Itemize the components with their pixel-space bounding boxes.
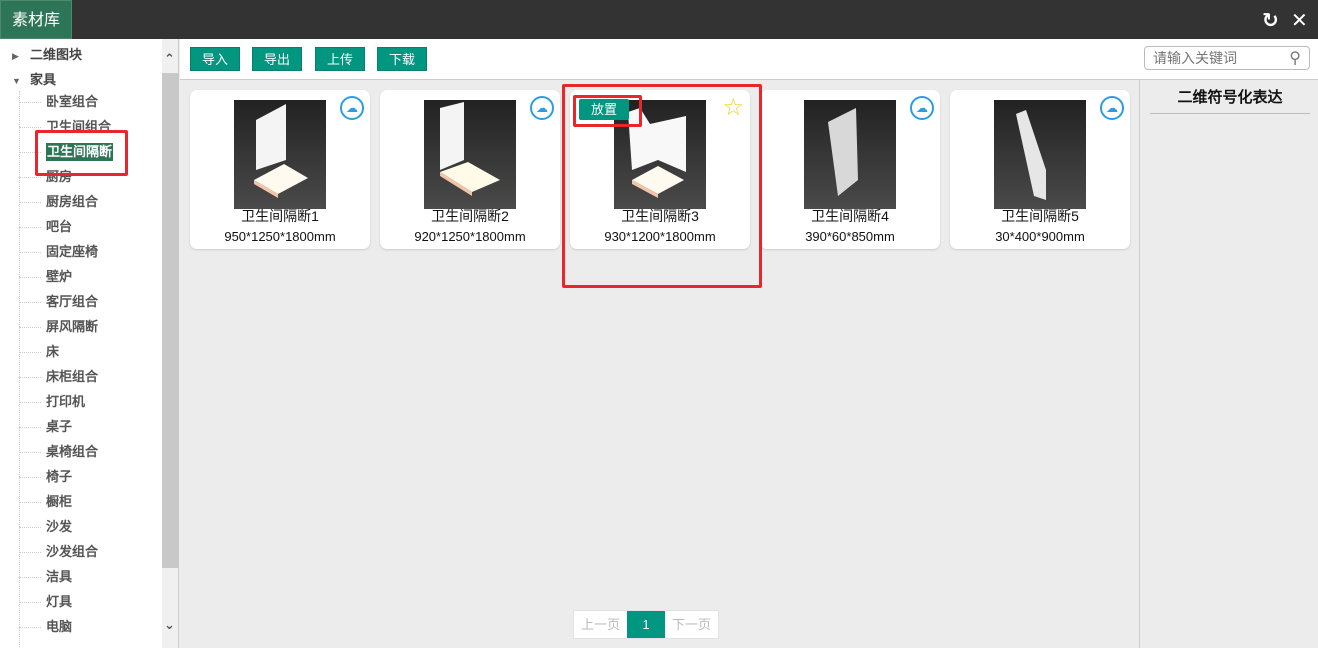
tree-item[interactable]: 卧室组合 — [46, 93, 98, 111]
tree-item[interactable]: 屏风隔断 — [46, 318, 98, 336]
tree-item[interactable]: 桌椅组合 — [46, 443, 98, 461]
tree-item[interactable]: 客厅组合 — [46, 293, 98, 311]
tree-connector — [19, 102, 41, 103]
export-button[interactable]: 导出 — [252, 47, 302, 71]
tree-item[interactable]: 厨房组合 — [46, 193, 98, 211]
material-card[interactable]: 卫生间隔断2 920*1250*1800mm ☁ — [380, 90, 560, 249]
tree-connector — [19, 602, 41, 603]
page-1-button[interactable]: 1 — [627, 611, 665, 638]
sidebar-scrollbar[interactable]: ⌃ ⌄ — [162, 39, 179, 648]
tree-item[interactable]: 电脑 — [46, 618, 72, 636]
cloud-icon[interactable]: ☁ — [530, 96, 554, 120]
tree-root-label: 家具 — [30, 72, 57, 87]
tree-item[interactable]: 床柜组合 — [46, 368, 98, 386]
tree-connector — [19, 502, 41, 503]
next-page-button[interactable]: 下一页 — [665, 611, 718, 638]
material-name: 卫生间隔断4 — [811, 208, 889, 224]
material-card[interactable]: 卫生间隔断4 390*60*850mm ☁ — [760, 90, 940, 249]
tree-connector — [19, 227, 41, 228]
tree-item[interactable]: 壁炉 — [46, 268, 72, 286]
tree-connector — [19, 277, 41, 278]
tree-item[interactable]: 卫生间组合 — [46, 118, 111, 136]
tab-material-library[interactable]: 素材库 — [0, 0, 72, 39]
category-tree: ▶ 二维图块 ▼ 家具 卧室组合卫生间组合卫生间隔断厨房厨房组合吧台固定座椅壁炉客厅… — [0, 39, 162, 648]
tree-connector — [19, 352, 41, 353]
caret-down-icon: ▼ — [12, 76, 21, 86]
tree-connector — [19, 627, 41, 628]
cloud-icon[interactable]: ☁ — [1100, 96, 1124, 120]
cloud-icon[interactable]: ☁ — [340, 96, 364, 120]
tree-connector — [19, 527, 41, 528]
tree-item[interactable]: 厨房 — [46, 168, 72, 186]
material-size: 930*1200*1800mm — [604, 229, 716, 244]
tree-item[interactable]: 洁具 — [46, 568, 72, 586]
tree-connector — [19, 252, 41, 253]
cloud-icon[interactable]: ☁ — [910, 96, 934, 120]
tree-item[interactable]: 橱柜 — [46, 493, 72, 511]
search-input[interactable] — [1153, 47, 1283, 69]
toolbar: 导入 导出 上传 下载 ⚲ — [180, 39, 1318, 80]
tree-item[interactable]: 打印机 — [46, 393, 85, 411]
material-name: 卫生间隔断1 — [241, 208, 319, 224]
prev-page-button[interactable]: 上一页 — [574, 611, 627, 638]
tree-guide-line — [19, 91, 20, 648]
place-button[interactable]: 放置 — [579, 99, 629, 120]
right-panel-title: 二维符号化表达 — [1150, 86, 1310, 114]
close-icon[interactable]: ✕ — [1291, 8, 1308, 33]
material-size: 390*60*850mm — [805, 229, 895, 244]
tree-connector — [19, 377, 41, 378]
material-name: 卫生间隔断3 — [621, 208, 699, 224]
tree-item[interactable]: 沙发组合 — [46, 543, 98, 561]
right-panel: 二维符号化表达 — [1139, 80, 1318, 648]
material-card[interactable]: 卫生间隔断3 930*1200*1800mm 放置 ☆ — [570, 90, 750, 249]
tree-root-label: 二维图块 — [30, 47, 83, 62]
material-name: 卫生间隔断2 — [431, 208, 509, 224]
scroll-down-icon[interactable]: ⌄ — [164, 617, 175, 633]
search-icon[interactable]: ⚲ — [1289, 48, 1301, 68]
tree-item[interactable]: 桌子 — [46, 418, 72, 436]
material-name: 卫生间隔断5 — [1001, 208, 1079, 224]
tree-connector — [19, 177, 41, 178]
import-button[interactable]: 导入 — [190, 47, 240, 71]
tree-item[interactable]: 固定座椅 — [46, 243, 98, 261]
tree-connector — [19, 202, 41, 203]
caret-right-icon: ▶ — [12, 51, 19, 61]
tree-connector — [19, 552, 41, 553]
download-button[interactable]: 下载 — [377, 47, 427, 71]
material-thumbnail[interactable] — [234, 100, 326, 209]
tree-item[interactable]: 沙发 — [46, 518, 72, 536]
tree-connector — [19, 127, 41, 128]
material-thumbnail[interactable] — [994, 100, 1086, 209]
tree-connector — [19, 577, 41, 578]
material-size: 30*400*900mm — [995, 229, 1085, 244]
tree-connector — [19, 427, 41, 428]
material-thumbnail[interactable] — [804, 100, 896, 209]
tree-item[interactable]: 卫生间隔断 — [46, 143, 114, 161]
tree-item[interactable]: 灯具 — [46, 593, 72, 611]
material-thumbnail[interactable] — [424, 100, 516, 209]
star-favorite-icon[interactable]: ☆ — [722, 93, 744, 122]
material-card[interactable]: 卫生间隔断5 30*400*900mm ☁ — [950, 90, 1130, 249]
tree-connector — [19, 152, 41, 153]
tree-connector — [19, 452, 41, 453]
tree-root-furniture[interactable]: ▼ 家具 — [12, 69, 56, 88]
tree-connector — [19, 402, 41, 403]
scrollbar-thumb[interactable] — [162, 73, 179, 568]
tree-connector — [19, 477, 41, 478]
tree-connector — [19, 327, 41, 328]
material-size: 920*1250*1800mm — [414, 229, 526, 244]
material-card[interactable]: 卫生间隔断1 950*1250*1800mm ☁ — [190, 90, 370, 249]
refresh-icon[interactable]: ↻ — [1262, 8, 1279, 33]
pagination: 上一页 1 下一页 — [573, 610, 719, 639]
upload-button[interactable]: 上传 — [315, 47, 365, 71]
title-bar: 素材库 ↻ ✕ — [0, 0, 1318, 39]
tree-connector — [19, 302, 41, 303]
scroll-up-icon[interactable]: ⌃ — [164, 51, 175, 67]
tree-item[interactable]: 椅子 — [46, 468, 72, 486]
tree-root-2d-blocks[interactable]: ▶ 二维图块 — [12, 44, 82, 63]
tree-item[interactable]: 吧台 — [46, 218, 72, 236]
tree-item[interactable]: 床 — [46, 343, 59, 361]
search-box[interactable]: ⚲ — [1144, 46, 1310, 70]
material-size: 950*1250*1800mm — [224, 229, 336, 244]
